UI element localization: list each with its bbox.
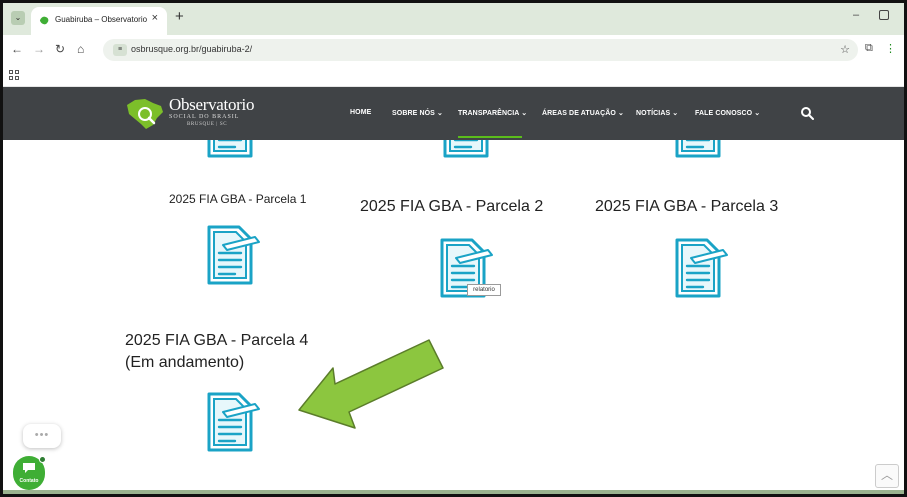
document-icon-parcela-1[interactable]	[205, 223, 261, 287]
back-arrow-icon[interactable]: ←	[11, 42, 23, 56]
online-badge	[39, 456, 46, 463]
bookmark-star-icon[interactable]: ☆	[840, 43, 850, 56]
tooltip: relatorio	[467, 284, 501, 296]
screenshot-frame: ⌄ Guabiruba – Observatorio × + – ← → ↻ ⌂…	[0, 0, 907, 497]
contact-chat-button[interactable]: Contato	[13, 456, 46, 490]
favicon-icon	[39, 16, 49, 25]
site-logo[interactable]: Observatorio SOCIAL DO BRASIL BRUSQUE | …	[121, 95, 281, 135]
green-arrow-annotation	[298, 339, 444, 429]
document-icon-parcela-3[interactable]	[673, 236, 729, 300]
tab-title: Guabiruba – Observatorio	[55, 15, 148, 24]
logo-location: BRUSQUE | SC	[187, 122, 228, 127]
scroll-to-top-button[interactable]: ︿	[875, 464, 899, 488]
url-field[interactable]: ≡ osbrusque.org.br/guabiruba-2/ ☆	[103, 39, 858, 61]
item-caption-parcela-2[interactable]: 2025 FIA GBA - Parcela 2	[360, 198, 543, 216]
home-icon[interactable]: ⌂	[77, 42, 84, 56]
chat-typing-bubble[interactable]: •••	[23, 424, 61, 448]
item-caption-parcela-3[interactable]: 2025 FIA GBA - Parcela 3	[595, 198, 778, 216]
document-icon[interactable]	[441, 140, 497, 160]
browser-tab[interactable]: Guabiruba – Observatorio ×	[31, 7, 167, 35]
item-caption-parcela-4-status: (Em andamento)	[125, 354, 245, 371]
active-nav-indicator	[458, 136, 522, 138]
item-caption-parcela-1[interactable]: 2025 FIA GBA - Parcela 1	[169, 192, 306, 206]
reload-icon[interactable]: ↻	[55, 42, 65, 56]
item-caption-parcela-4[interactable]: 2025 FIA GBA - Parcela 4	[125, 332, 308, 350]
nav-areas-de-atuacao[interactable]: ÁREAS DE ATUAÇÃO ⌄	[542, 109, 624, 117]
extensions-icon[interactable]: ⧉	[865, 42, 873, 55]
contact-label: Contato	[19, 478, 39, 484]
profile-icon[interactable]: ⋮	[885, 42, 896, 55]
new-tab-button[interactable]: +	[175, 8, 184, 25]
nav-sobre-nos[interactable]: SOBRE NÓS ⌄	[392, 109, 443, 117]
logo-title: Observatorio	[169, 95, 255, 114]
nav-transparencia[interactable]: TRANSPARÊNCIA ⌄	[458, 109, 527, 117]
maximize-icon[interactable]	[879, 10, 889, 20]
tab-close-icon[interactable]: ×	[152, 12, 158, 24]
browser-address-bar: ← → ↻ ⌂ ≡ osbrusque.org.br/guabiruba-2/ …	[3, 35, 904, 65]
nav-fale-conosco[interactable]: FALE CONOSCO ⌄	[695, 109, 760, 117]
apps-grid-icon[interactable]	[9, 70, 19, 80]
page-bottom-strip	[3, 490, 904, 494]
page-content: 2025 FIA GBA - Parcela 1 2025 FIA GBA - …	[3, 140, 904, 494]
minimize-icon[interactable]: –	[853, 9, 859, 21]
chat-icon	[23, 463, 35, 473]
site-info-icon[interactable]: ≡	[113, 44, 127, 56]
logo-subtitle: SOCIAL DO BRASIL	[169, 114, 240, 120]
nav-home[interactable]: HOME	[350, 109, 371, 116]
document-icon-parcela-4[interactable]	[205, 390, 261, 454]
document-icon[interactable]	[673, 140, 729, 160]
bookmarks-bar	[3, 65, 904, 87]
site-header: Observatorio SOCIAL DO BRASIL BRUSQUE | …	[3, 87, 904, 140]
brazil-map-logo-icon	[127, 99, 163, 129]
nav-noticias[interactable]: NOTÍCIAS ⌄	[636, 109, 678, 117]
url-text: osbrusque.org.br/guabiruba-2/	[131, 44, 253, 54]
browser-tab-bar: ⌄ Guabiruba – Observatorio × + –	[3, 3, 904, 35]
document-icon[interactable]	[205, 140, 261, 160]
search-icon[interactable]	[800, 106, 814, 120]
tab-search-icon[interactable]: ⌄	[11, 11, 25, 25]
forward-arrow-icon[interactable]: →	[33, 42, 45, 56]
